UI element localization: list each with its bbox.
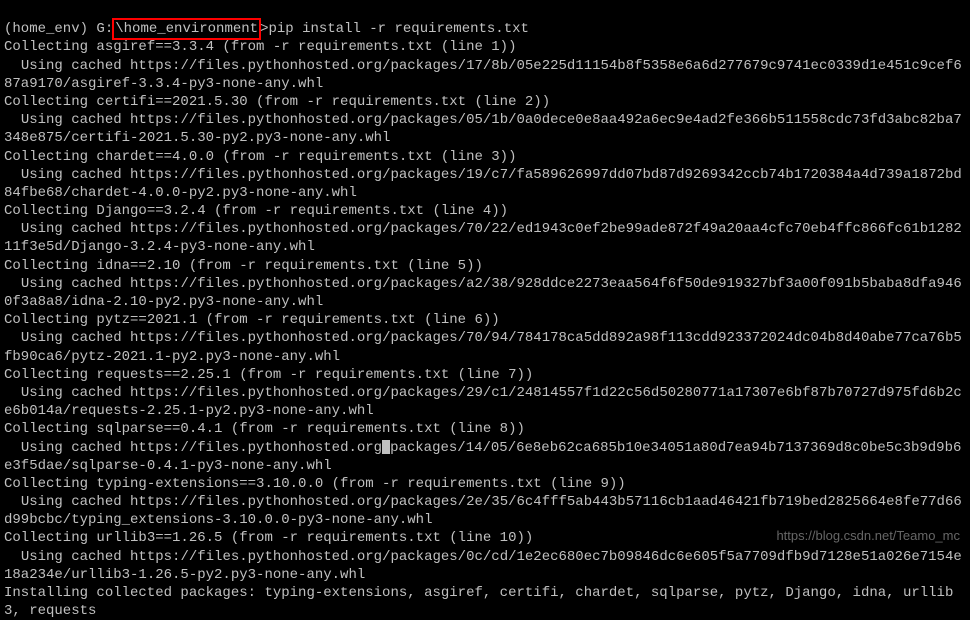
cached-line: Using cached https://files.pythonhosted.… <box>4 111 966 147</box>
cached-line: Using cached https://files.pythonhosted.… <box>4 548 966 584</box>
collecting-line: Collecting Django==3.2.4 (from -r requir… <box>4 202 966 220</box>
collecting-line: Collecting requests==2.25.1 (from -r req… <box>4 366 966 384</box>
prompt-line: (home_env) G:\home_environment>pip insta… <box>4 21 529 37</box>
collecting-line: Collecting asgiref==3.3.4 (from -r requi… <box>4 38 966 56</box>
collecting-line: Collecting certifi==2021.5.30 (from -r r… <box>4 93 966 111</box>
cached-line: Using cached https://files.pythonhosted.… <box>4 166 966 202</box>
highlighted-path: \home_environment <box>112 18 261 40</box>
collecting-line: Collecting pytz==2021.1 (from -r require… <box>4 311 966 329</box>
installing-line: Installing collected packages: typing-ex… <box>4 584 966 620</box>
path-prefix: G: <box>88 21 113 37</box>
cached-text-a: Using cached https://files.pythonhosted.… <box>4 440 382 456</box>
cached-line: Using cached https://files.pythonhosted.… <box>4 275 966 311</box>
cached-line: Using cached https://files.pythonhosted.… <box>4 57 966 93</box>
cached-line: Using cached https://files.pythonhosted.… <box>4 439 966 475</box>
cached-line: Using cached https://files.pythonhosted.… <box>4 329 966 365</box>
collecting-line: Collecting typing-extensions==3.10.0.0 (… <box>4 475 966 493</box>
collecting-line: Collecting sqlparse==0.4.1 (from -r requ… <box>4 420 966 438</box>
collecting-line: Collecting idna==2.10 (from -r requireme… <box>4 257 966 275</box>
watermark-text: https://blog.csdn.net/Teamo_mc <box>776 528 960 545</box>
cached-line: Using cached https://files.pythonhosted.… <box>4 384 966 420</box>
cached-line: Using cached https://files.pythonhosted.… <box>4 493 966 529</box>
cursor-icon <box>382 440 390 454</box>
cached-line: Using cached https://files.pythonhosted.… <box>4 220 966 256</box>
venv-prefix: (home_env) <box>4 21 88 37</box>
collecting-line: Collecting chardet==4.0.0 (from -r requi… <box>4 148 966 166</box>
path-highlighted-text: \home_environment <box>115 21 258 37</box>
command-text: pip install -r requirements.txt <box>268 21 528 37</box>
